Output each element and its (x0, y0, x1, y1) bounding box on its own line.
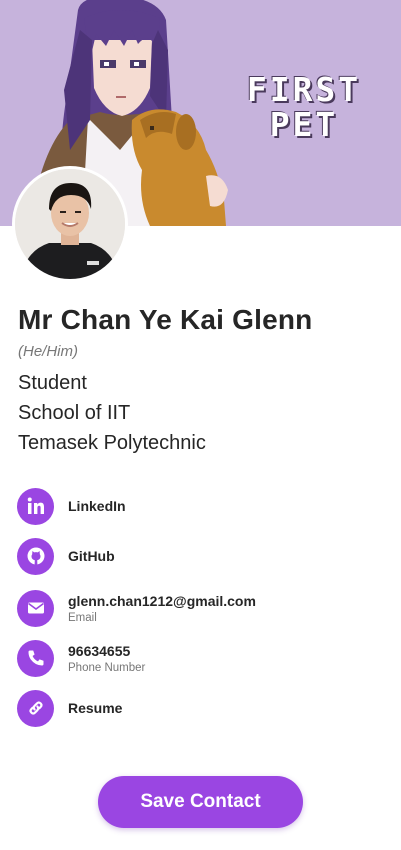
contact-resume-label: Resume (68, 700, 123, 716)
contact-resume[interactable]: Resume (17, 689, 122, 727)
contact-github-label: GitHub (68, 548, 115, 564)
link-icon (17, 689, 54, 727)
save-contact-button[interactable]: Save Contact (98, 776, 303, 828)
github-icon (17, 537, 54, 575)
linkedin-icon (17, 487, 54, 525)
banner-title-line2: PET (269, 105, 339, 144)
contact-email-caption: Email (68, 611, 97, 624)
profile-name: Mr Chan Ye Kai Glenn (18, 304, 313, 335)
contact-phone-value: 96634655 (68, 642, 131, 659)
envelope-icon (17, 589, 54, 627)
profile-department: School of IIT (18, 402, 131, 424)
contact-email-value: glenn.chan1212@gmail.com (68, 592, 256, 609)
profile-pronouns: (He/Him) (18, 343, 78, 360)
contact-github[interactable]: GitHub (17, 537, 115, 575)
contact-email[interactable]: glenn.chan1212@gmail.com Email (17, 589, 256, 627)
profile-role: Student (18, 372, 87, 394)
avatar (12, 166, 128, 282)
banner-title-line1: FIRST (246, 70, 362, 109)
avatar-photo (15, 169, 125, 279)
contact-linkedin-label: LinkedIn (68, 498, 126, 514)
phone-icon (17, 639, 54, 677)
profile-organization: Temasek Polytechnic (18, 432, 206, 454)
banner-title: FIRST PET (238, 72, 370, 142)
contact-linkedin[interactable]: LinkedIn (17, 487, 126, 525)
contact-phone[interactable]: 96634655 Phone Number (17, 639, 145, 677)
contact-phone-caption: Phone Number (68, 661, 146, 674)
